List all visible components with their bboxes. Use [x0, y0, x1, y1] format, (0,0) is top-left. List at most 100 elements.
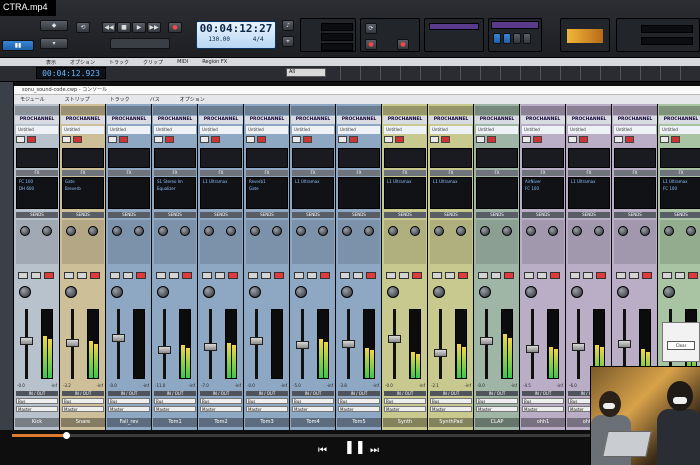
send-pan-knob[interactable]: [502, 226, 512, 236]
send-pan-knob[interactable]: [594, 226, 604, 236]
fx-rack[interactable]: [476, 177, 518, 209]
send-level-knob[interactable]: [434, 226, 444, 236]
input-route[interactable]: Bus: [200, 398, 242, 404]
mute-button[interactable]: [202, 272, 212, 279]
fx-rack[interactable]: L1 Ultramax: [430, 177, 472, 209]
send-pan-knob[interactable]: [640, 226, 650, 236]
prochannel-label[interactable]: PROCHANNEL: [107, 116, 151, 124]
solo-button[interactable]: [675, 272, 685, 279]
volume-value[interactable]: -3.8: [339, 383, 347, 388]
record-arm-button[interactable]: [642, 272, 652, 279]
eq-preset[interactable]: Untitled: [384, 126, 426, 134]
send-pan-knob[interactable]: [134, 226, 144, 236]
send-level-knob[interactable]: [480, 226, 490, 236]
strip-header[interactable]: [153, 106, 197, 115]
solo-button[interactable]: [77, 272, 87, 279]
eq-graph[interactable]: [154, 148, 196, 168]
rewind-button[interactable]: ◀◀: [102, 22, 116, 33]
send-pan-knob[interactable]: [548, 226, 558, 236]
menu-track[interactable]: トラック: [109, 59, 129, 66]
send-level-knob[interactable]: [342, 226, 352, 236]
pan-knob[interactable]: [295, 286, 307, 298]
peak-value[interactable]: -inf: [511, 383, 518, 388]
previous-icon[interactable]: ⏮: [318, 445, 327, 457]
clear-button[interactable]: Clear: [667, 341, 695, 350]
send-pan-knob[interactable]: [318, 226, 328, 236]
input-route[interactable]: Bus: [384, 398, 426, 404]
fx-rack[interactable]: L1 Ultramax: [292, 177, 334, 209]
eq-graph[interactable]: [384, 148, 426, 168]
record-arm-button[interactable]: [90, 272, 100, 279]
input-route[interactable]: Bus: [108, 398, 150, 404]
prochannel-label[interactable]: PROCHANNEL: [291, 116, 335, 124]
play-button[interactable]: ▶: [132, 22, 146, 33]
record-arm-button[interactable]: [320, 272, 330, 279]
volume-fader-handle[interactable]: [388, 335, 401, 343]
fx-rack[interactable]: L1 Ultramax: [568, 177, 610, 209]
volume-value[interactable]: -11.0: [155, 383, 165, 388]
volume-fader-track[interactable]: [117, 309, 120, 379]
pan-knob[interactable]: [479, 286, 491, 298]
strip-header[interactable]: [521, 106, 565, 115]
send-pan-knob[interactable]: [42, 226, 52, 236]
output-route[interactable]: Master: [384, 406, 426, 412]
send-level-knob[interactable]: [66, 226, 76, 236]
input-route[interactable]: Bus: [62, 398, 104, 404]
eq-preset[interactable]: Untitled: [200, 126, 242, 134]
track-name[interactable]: Tom4: [291, 418, 335, 427]
volume-fader-handle[interactable]: [434, 349, 447, 357]
track-name[interactable]: Synth: [383, 418, 427, 427]
peak-value[interactable]: -inf: [281, 383, 288, 388]
volume-fader-handle[interactable]: [572, 343, 585, 351]
fx-rack[interactable]: [108, 177, 150, 209]
eq-bypass-button[interactable]: [338, 136, 347, 143]
send-level-knob[interactable]: [664, 226, 674, 236]
strip-header[interactable]: [107, 106, 151, 115]
screenset-4[interactable]: [523, 33, 531, 44]
track-filter-dropdown[interactable]: All: [286, 68, 326, 77]
track-name[interactable]: Kick: [15, 418, 59, 427]
prochannel-label[interactable]: PROCHANNEL: [337, 116, 381, 124]
peak-value[interactable]: -inf: [327, 383, 334, 388]
menu-region-fx[interactable]: Region FX: [202, 59, 227, 65]
solo-button[interactable]: [399, 272, 409, 279]
send-pan-knob[interactable]: [364, 226, 374, 236]
strip-header[interactable]: [429, 106, 473, 115]
strip-header[interactable]: [15, 106, 59, 115]
eq-bypass-button[interactable]: [292, 136, 301, 143]
output-route[interactable]: Master: [476, 406, 518, 412]
output-route[interactable]: Master: [200, 406, 242, 412]
solo-button[interactable]: [307, 272, 317, 279]
video-progress-track[interactable]: [12, 434, 688, 437]
pan-knob[interactable]: [663, 286, 675, 298]
tool-button-1[interactable]: ◆: [40, 20, 68, 31]
output-route[interactable]: Master: [62, 406, 104, 412]
eq-preset[interactable]: Untitled: [108, 126, 150, 134]
volume-fader-handle[interactable]: [296, 341, 309, 349]
fx-rack[interactable]: Reverb1 Gate: [246, 177, 288, 209]
pan-knob[interactable]: [111, 286, 123, 298]
send-level-knob[interactable]: [296, 226, 306, 236]
tool-button-2[interactable]: ▾: [40, 38, 68, 49]
track-name[interactable]: ohh1: [521, 418, 565, 427]
mute-button[interactable]: [478, 272, 488, 279]
eq-bypass-button[interactable]: [614, 136, 623, 143]
eq-power-button[interactable]: [119, 136, 128, 143]
strip-header[interactable]: [383, 106, 427, 115]
mute-button[interactable]: [18, 272, 28, 279]
peak-value[interactable]: -inf: [143, 383, 150, 388]
fx-rack[interactable]: Gate Breverb: [62, 177, 104, 209]
eq-power-button[interactable]: [625, 136, 634, 143]
input-route[interactable]: Bus: [246, 398, 288, 404]
mute-button[interactable]: [662, 272, 672, 279]
strip-header[interactable]: [337, 106, 381, 115]
volume-value[interactable]: -6.0: [569, 383, 577, 388]
mute-button[interactable]: [432, 272, 442, 279]
eq-power-button[interactable]: [579, 136, 588, 143]
eq-graph[interactable]: [660, 148, 700, 168]
volume-fader-handle[interactable]: [20, 337, 33, 345]
send-pan-knob[interactable]: [88, 226, 98, 236]
record-arm-button[interactable]: [688, 272, 698, 279]
screenset-1[interactable]: [493, 33, 501, 44]
mute-button[interactable]: [524, 272, 534, 279]
